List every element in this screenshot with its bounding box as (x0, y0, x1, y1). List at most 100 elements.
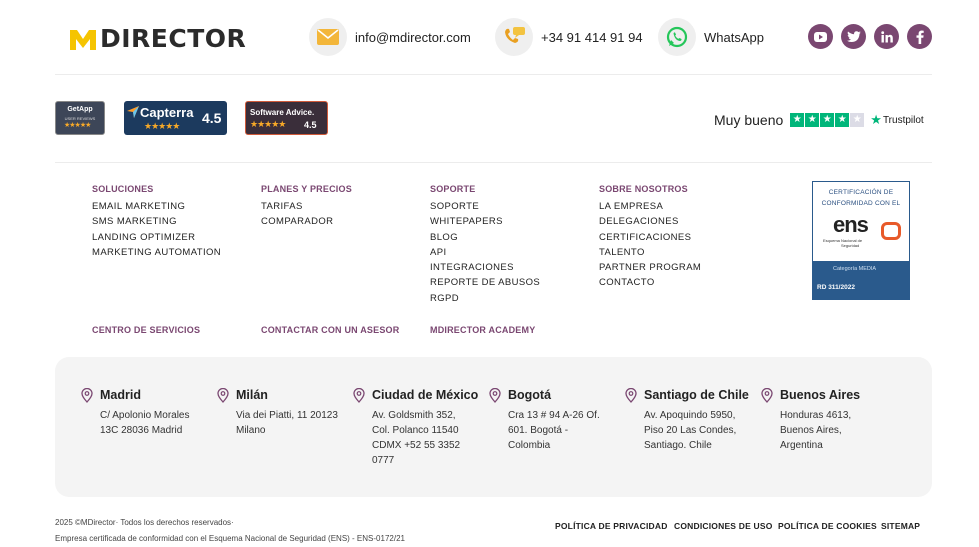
trustpilot-star: ★ (790, 113, 805, 127)
software-advice-score: 4.5 (304, 120, 317, 130)
trustpilot-brand: Trustpilot (882, 114, 924, 126)
capterra-score: 4.5 (202, 110, 222, 126)
location-pin-icon (489, 387, 501, 403)
nav-link-sms-marketing[interactable]: SMS MARKETING (92, 214, 221, 229)
nav-link-talento[interactable]: TALENTO (599, 245, 701, 260)
facebook-icon[interactable] (907, 24, 932, 49)
nav-link-whitepapers[interactable]: WHITEPAPERS (430, 214, 540, 229)
trustpilot-logo: ★ Trustpilot (870, 112, 923, 128)
trustpilot-star: ★ (805, 113, 820, 127)
location-pin-icon (217, 387, 229, 403)
nav-link-centro-servicios[interactable]: CENTRO DE SERVICIOS (92, 325, 200, 335)
email-icon (309, 18, 347, 56)
capterra-arrow-icon (127, 106, 139, 118)
social-links (808, 24, 932, 49)
nav-link-la-empresa[interactable]: LA EMPRESA (599, 199, 701, 214)
office-city: Buenos Aires (780, 388, 861, 402)
office-milan: Milán Via dei Piatti, 11 20123 Milano (217, 387, 338, 438)
office-address: Av. Apoquindo 5950, Piso 20 Las Condes, … (644, 410, 737, 451)
copyright-block: 2025 ©MDirector· Todos los derechos rese… (55, 515, 405, 547)
nav-link-certificaciones[interactable]: CERTIFICACIONES (599, 230, 701, 245)
software-advice-badge[interactable]: Software Advice. ★★★★★ 4.5 (245, 101, 328, 135)
terms-of-use-link[interactable]: CONDICIONES DE USO (674, 521, 773, 531)
trustpilot-stars: ★ ★ ★ ★ ★ (790, 113, 865, 127)
nav-link-landing-optimizer[interactable]: LANDING OPTIMIZER (92, 230, 221, 245)
linkedin-icon[interactable] (874, 24, 899, 49)
getapp-stars: ★★★★★ (64, 122, 91, 129)
capterra-badge[interactable]: Capterra ★★★★★ 4.5 (124, 101, 227, 135)
ens-heading: CERTIFICACIÓN DE CONFORMIDAD CON EL (821, 189, 901, 207)
certification-text: Empresa certificada de conformidad con e… (55, 534, 405, 543)
ens-footer: Categoría MEDIA RD 311/2022 (813, 261, 909, 299)
offices-panel: Madrid C/ Apolonio Morales 13C 28036 Mad… (55, 357, 932, 497)
location-pin-icon (81, 387, 93, 403)
trustpilot-star: ★ (820, 113, 835, 127)
nav-link-delegaciones[interactable]: DELEGACIONES (599, 214, 701, 229)
nav-link-blog[interactable]: BLOG (430, 230, 540, 245)
trustpilot-star: ★ (835, 113, 850, 127)
nav-link-reporte-abusos[interactable]: REPORTE DE ABUSOS (430, 275, 540, 290)
office-address: Via dei Piatti, 11 20123 Milano (236, 410, 338, 436)
phone-number: +34 91 414 91 94 (541, 29, 643, 45)
sitemap-link[interactable]: SITEMAP (881, 521, 920, 531)
divider (55, 162, 932, 163)
nav-link-mdirector-academy[interactable]: MDIRECTOR ACADEMY (430, 325, 535, 335)
office-city: Ciudad de México (372, 388, 479, 402)
location-pin-icon (625, 387, 637, 403)
whatsapp-contact-link[interactable]: WhatsApp (658, 18, 764, 56)
nav-link-tarifas[interactable]: TARIFAS (261, 199, 352, 214)
office-madrid: Madrid C/ Apolonio Morales 13C 28036 Mad… (81, 387, 190, 438)
privacy-policy-link[interactable]: POLÍTICA DE PRIVACIDAD (555, 521, 668, 531)
trustpilot-star-empty: ★ (850, 113, 865, 127)
location-pin-icon (761, 387, 773, 403)
nav-link-rgpd[interactable]: RGPD (430, 291, 540, 306)
email-contact-link[interactable]: info@mdirector.com (309, 18, 471, 56)
getapp-badge[interactable]: GetApp USER REVIEWS ★★★★★ (55, 101, 105, 135)
nav-link-contacto[interactable]: CONTACTO (599, 275, 701, 290)
ens-certification-badge[interactable]: CERTIFICACIÓN DE CONFORMIDAD CON EL ens … (812, 181, 910, 300)
ens-rd: RD 311/2022 (817, 284, 855, 291)
nav-link-contactar-asesor[interactable]: CONTACTAR CON UN ASESOR (261, 325, 399, 335)
getapp-title: GetApp (67, 106, 93, 113)
ens-logo-word: ens (833, 212, 869, 237)
location-pin-icon (353, 387, 365, 403)
whatsapp-icon (658, 18, 696, 56)
nav-link-soporte[interactable]: SOPORTE (430, 199, 540, 214)
email-address: info@mdirector.com (355, 29, 471, 45)
cookie-policy-link[interactable]: POLÍTICA DE COOKIES (778, 521, 877, 531)
software-advice-stars: ★★★★★ (250, 119, 286, 129)
office-city: Milán (236, 388, 268, 402)
trustpilot-star-icon: ★ (870, 112, 882, 127)
nav-column-title: SOPORTE (430, 184, 476, 194)
nav-link-integraciones[interactable]: INTEGRACIONES (430, 260, 540, 275)
software-advice-title: Software Advice. (250, 108, 315, 117)
youtube-icon[interactable] (808, 24, 833, 49)
capterra-title: Capterra (140, 105, 194, 120)
mdirector-logo[interactable]: DIRECTOR (69, 24, 246, 54)
capterra-stars: ★★★★★ (144, 121, 180, 131)
nav-link-partner-program[interactable]: PARTNER PROGRAM (599, 260, 701, 275)
nav-column-soluciones: SOLUCIONES EMAIL MARKETING SMS MARKETING… (92, 183, 221, 260)
divider (55, 74, 932, 75)
nav-link-api[interactable]: API (430, 245, 540, 260)
nav-link-email-marketing[interactable]: EMAIL MARKETING (92, 199, 221, 214)
trustpilot-widget[interactable]: Muy bueno ★ ★ ★ ★ ★ ★ Trustpilot (714, 111, 924, 129)
whatsapp-label: WhatsApp (704, 29, 764, 45)
office-address: C/ Apolonio Morales 13C 28036 Madrid (100, 410, 190, 436)
twitter-icon[interactable] (841, 24, 866, 49)
nav-column-sobre-nosotros: SOBRE NOSOTROS LA EMPRESA DELEGACIONES C… (599, 183, 701, 291)
office-bogota: Bogotá Cra 13 # 94 A-26 Of. 601. Bogotá … (489, 387, 600, 453)
office-address: Cra 13 # 94 A-26 Of. 601. Bogotá - Colom… (508, 410, 600, 451)
phone-contact-link[interactable]: +34 91 414 91 94 (495, 18, 643, 56)
office-city: Madrid (100, 388, 141, 402)
nav-column-title: SOLUCIONES (92, 184, 154, 194)
m-logo-mark-icon (70, 30, 96, 50)
office-santiago-de-chile: Santiago de Chile Av. Apoquindo 5950, Pi… (625, 387, 749, 453)
nav-column-planes: PLANES Y PRECIOS TARIFAS COMPARADOR (261, 183, 352, 230)
ens-logo-caption: Esquema Nacional de Seguridad (823, 238, 863, 248)
office-address: Av. Goldsmith 352, Col. Polanco 11540 CD… (372, 410, 461, 466)
nav-column-title: PLANES Y PRECIOS (261, 184, 352, 194)
nav-link-marketing-automation[interactable]: MARKETING AUTOMATION (92, 245, 221, 260)
nav-column-soporte: SOPORTE SOPORTE WHITEPAPERS BLOG API INT… (430, 183, 540, 306)
nav-link-comparador[interactable]: COMPARADOR (261, 214, 352, 229)
